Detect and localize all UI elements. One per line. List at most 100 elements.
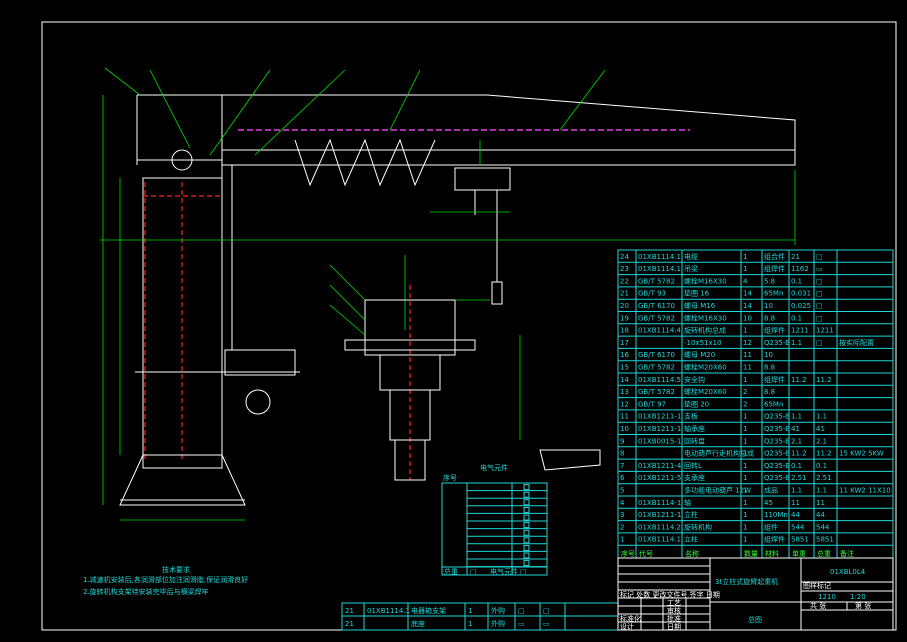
parts-cell: 螺栓M16X30 — [684, 313, 727, 322]
parts-cell: □ — [816, 290, 823, 298]
parts-cell: 4 — [743, 277, 748, 285]
parts-cell: 11.2 — [816, 450, 832, 458]
designer-label: 设计 — [620, 622, 634, 631]
parts-cell: 轴承座 — [684, 424, 705, 433]
bottom-table-cell: 外购 — [491, 606, 505, 615]
parts-cell: 19 — [620, 314, 629, 322]
parts-cell: 18 — [620, 327, 629, 335]
parts-cell: 16 — [620, 351, 629, 359]
parts-cell: □ — [816, 253, 823, 261]
date-label: 日期 — [667, 623, 681, 631]
parts-cell: 11.2 — [791, 376, 807, 384]
parts-cell: 螺栓M20X60 — [684, 363, 727, 372]
pillar-base — [119, 454, 246, 506]
parts-header-cell: 单重 — [792, 549, 806, 558]
parts-header-cell: 代号 — [639, 549, 653, 558]
parts-cell: 14 — [620, 376, 629, 384]
parts-cell: 24 — [620, 253, 629, 261]
parts-cell: 1.1 — [816, 413, 827, 421]
parts-cell: 9 — [620, 437, 624, 445]
bottom-table-cell: 外购 — [491, 619, 505, 628]
parts-cell: 0.025 — [791, 302, 811, 310]
parts-cell: 2.51 — [791, 474, 807, 482]
parts-cell: 6 — [620, 474, 625, 482]
parts-cell: 01XB1114.1 — [638, 265, 681, 273]
parts-cell: ▭ — [816, 265, 823, 273]
parts-cell: 17 — [620, 339, 629, 347]
parts-cell: 1.1 — [791, 413, 802, 421]
parts-cell: 01XB1114.4 — [638, 327, 682, 335]
parts-cell: 01XB1211-1 — [638, 511, 681, 519]
parts-cell: 1 — [743, 253, 747, 261]
parts-cell: 多功能电动葫芦 12W — [684, 486, 751, 495]
parts-cell: □ — [816, 302, 823, 310]
parts-cell: 21 — [620, 290, 629, 298]
tech-requirement-line-2: 2.旋转机构支架待安装完毕后与横梁焊牢 — [83, 587, 209, 596]
tech-requirements-heading: 技术要求 — [162, 565, 190, 574]
parts-cell: 11 — [743, 351, 752, 359]
parts-cell: 14 — [743, 302, 752, 310]
bottom-table-cell: 21 — [345, 620, 354, 628]
parts-cell: 2.51 — [816, 474, 832, 482]
parts-cell: 1.1 — [791, 339, 802, 347]
sheet-total-label: 共 张 — [810, 601, 826, 610]
electrical-footer-cell: 总重 — [444, 567, 458, 576]
parts-cell: 组焊件 — [764, 264, 785, 273]
parts-cell: 21 — [791, 253, 800, 261]
parts-cell: 2 — [743, 388, 747, 396]
parts-cell: 14 — [743, 290, 752, 298]
parts-cell: 5 — [620, 487, 624, 495]
parts-cell: 8.8 — [764, 364, 775, 372]
parts-cell: 支承座 — [684, 473, 705, 482]
parts-cell: 11.2 — [791, 450, 807, 458]
parts-cell: 41 — [791, 425, 800, 433]
parts-cell: 0.1 — [791, 277, 802, 285]
parts-cell: 吊梁 — [684, 264, 698, 273]
parts-cell: Q235-B — [764, 462, 790, 470]
parts-cell: 10 — [764, 302, 773, 310]
parts-cell: GB/T 5782 — [638, 314, 675, 322]
bottom-table-cell: □ — [543, 607, 550, 615]
parts-cell: GB/T 5782 — [638, 277, 675, 285]
parts-cell: 螺母 M20 — [684, 350, 715, 359]
parts-cell: 支板 — [684, 412, 698, 421]
electric-hoist — [454, 167, 511, 191]
parts-cell: 回转L — [684, 461, 702, 470]
bottom-table-cell: ▭ — [543, 620, 550, 628]
parts-header-cell: 备注 — [840, 549, 854, 558]
parts-cell: 0.1 — [791, 462, 802, 470]
parts-cell: 7 — [620, 462, 624, 470]
parts-header-cell: 总重 — [817, 549, 831, 558]
parts-header-cell: 序号 — [621, 549, 635, 558]
parts-cell: 11 — [743, 364, 752, 372]
parts-cell: 2 — [743, 400, 747, 408]
parts-cell: 5851 — [816, 536, 834, 544]
tech-requirement-line-1: 1.减速机安装后,各润滑部位加注润滑脂,保证润滑良好 — [83, 575, 248, 584]
parts-cell: 13 — [620, 388, 629, 396]
bottom-table-cell: ▭ — [518, 620, 525, 628]
electrical-table-label: 序号 — [443, 473, 457, 482]
parts-cell: 8 — [620, 450, 624, 458]
parts-cell: 组焊件 — [764, 375, 785, 384]
parts-cell: 组合件 — [764, 252, 785, 261]
parts-cell: 65Mn — [764, 400, 783, 408]
parts-cell: 1 — [743, 425, 747, 433]
parts-cell: 01XB0015-1 — [638, 437, 681, 445]
slewing-motor — [245, 389, 271, 415]
bottom-table-cell: 01XB1114.1 — [367, 607, 410, 615]
parts-cell: 1 — [743, 523, 747, 531]
parts-cell: 轴 — [684, 498, 691, 507]
parts-cell: 11 — [791, 499, 800, 507]
parts-cell: 01XB1114-1 — [638, 499, 681, 507]
parts-cell: 1 — [743, 511, 747, 519]
bottom-table-cell: 1 — [468, 620, 472, 628]
parts-cell: Q235-B — [764, 437, 790, 445]
safety-hook-detail — [539, 449, 601, 471]
parts-cell: 01XB1211-1 — [638, 425, 681, 433]
checker-label: 审核 — [667, 606, 681, 615]
electrical-table-title: 电气元件 — [480, 463, 508, 472]
parts-cell: 11 KW2 11X10 — [839, 487, 891, 495]
parts-cell: 垫圈 16 — [684, 289, 710, 298]
parts-cell: Q235-B — [764, 425, 790, 433]
electrical-footer-cell: □ — [520, 568, 527, 576]
